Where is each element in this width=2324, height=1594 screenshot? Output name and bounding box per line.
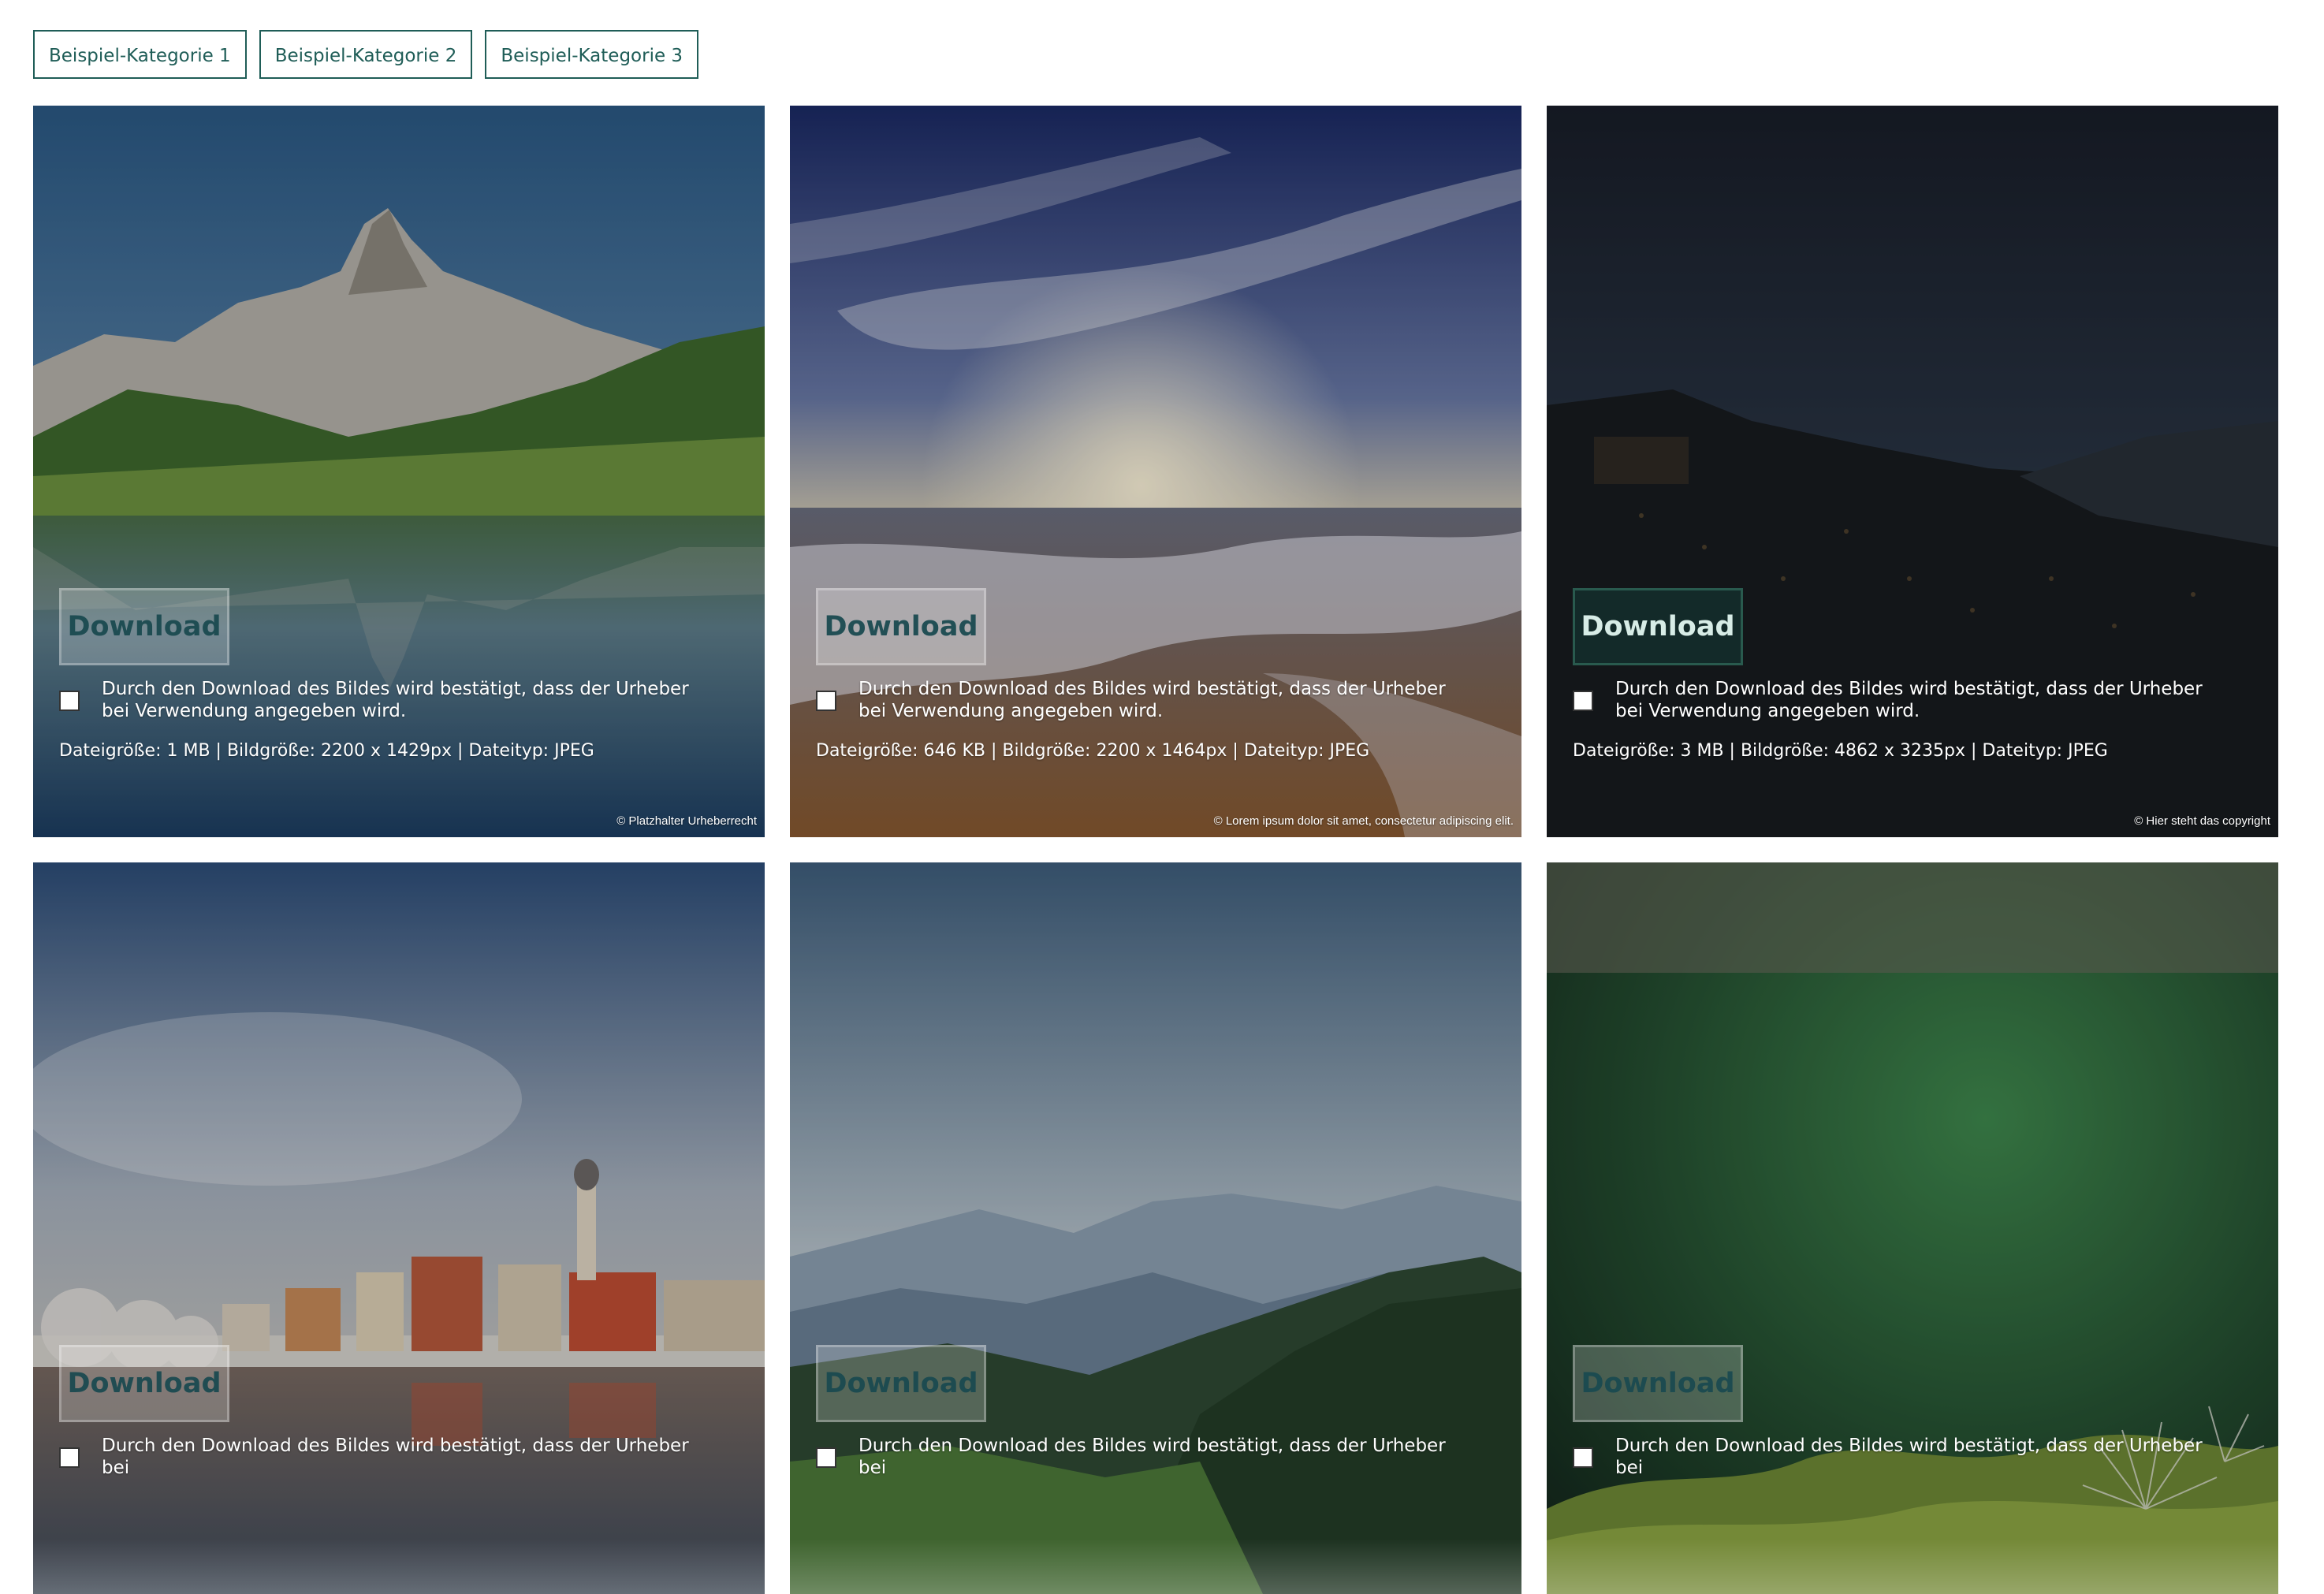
image-card-5: Download Durch den Download des Bildes w… (790, 862, 1521, 1594)
consent-label: Durch den Download des Bildes wird bestä… (1615, 1436, 2203, 1478)
download-button[interactable]: Download (59, 588, 229, 665)
consent-checkbox[interactable] (816, 1447, 836, 1468)
category-button-3[interactable]: Beispiel-Kategorie 3 (485, 30, 699, 79)
consent-label: Durch den Download des Bildes wird bestä… (102, 1436, 689, 1478)
copyright-notice: © Lorem ipsum dolor sit amet, consectetu… (1213, 814, 1514, 828)
consent-checkbox[interactable] (1573, 1447, 1593, 1468)
file-info: Dateigröße: 646 KB | Bildgröße: 2200 x 1… (816, 741, 1370, 761)
consent-checkbox[interactable] (59, 1447, 80, 1468)
consent-row: Durch den Download des Bildes wird bestä… (1573, 1435, 2251, 1479)
download-button[interactable]: Download (59, 1345, 229, 1422)
image-overlay (1547, 106, 2278, 837)
consent-label: Durch den Download des Bildes wird bestä… (858, 679, 1446, 721)
file-info: Dateigröße: 3 MB | Bildgröße: 4862 x 323… (1573, 741, 2108, 761)
consent-row: Durch den Download des Bildes wird bestä… (816, 1435, 1494, 1479)
consent-checkbox[interactable] (59, 691, 80, 711)
consent-checkbox[interactable] (1573, 691, 1593, 711)
consent-row: Durch den Download des Bildes wird bestä… (1573, 678, 2251, 722)
image-card-6: Download Durch den Download des Bildes w… (1547, 862, 2278, 1594)
viewport-edge-fade (1547, 1539, 2278, 1594)
viewport-edge-fade (790, 1539, 1521, 1594)
image-grid: Download Durch den Download des Bildes w… (33, 106, 2278, 1594)
consent-label: Durch den Download des Bildes wird bestä… (1615, 679, 2203, 721)
download-button[interactable]: Download (816, 1345, 986, 1422)
consent-checkbox[interactable] (816, 691, 836, 711)
image-overlay (790, 862, 1521, 1594)
image-card-1: Download Durch den Download des Bildes w… (33, 106, 765, 837)
image-card-2: Download Durch den Download des Bildes w… (790, 106, 1521, 837)
category-filter-bar: Beispiel-Kategorie 1 Beispiel-Kategorie … (33, 30, 699, 79)
consent-label: Durch den Download des Bildes wird bestä… (102, 679, 689, 721)
image-card-3: Download Durch den Download des Bildes w… (1547, 106, 2278, 837)
viewport-edge-fade (33, 1539, 765, 1594)
consent-label: Durch den Download des Bildes wird bestä… (858, 1436, 1446, 1478)
download-button[interactable]: Download (816, 588, 986, 665)
download-button[interactable]: Download (1573, 1345, 1743, 1422)
image-overlay (1547, 862, 2278, 1594)
category-button-2[interactable]: Beispiel-Kategorie 2 (259, 30, 473, 79)
consent-row: Durch den Download des Bildes wird bestä… (59, 1435, 737, 1479)
consent-row: Durch den Download des Bildes wird bestä… (816, 678, 1494, 722)
copyright-notice: © Hier steht das copyright (2134, 814, 2270, 828)
download-button[interactable]: Download (1573, 588, 1743, 665)
file-info: Dateigröße: 1 MB | Bildgröße: 2200 x 142… (59, 741, 594, 761)
image-overlay (33, 862, 765, 1594)
consent-row: Durch den Download des Bildes wird bestä… (59, 678, 737, 722)
category-button-1[interactable]: Beispiel-Kategorie 1 (33, 30, 247, 79)
image-card-4: Download Durch den Download des Bildes w… (33, 862, 765, 1594)
copyright-notice: © Platzhalter Urheberrecht (616, 814, 757, 828)
image-overlay (790, 106, 1521, 837)
image-overlay (33, 106, 765, 837)
